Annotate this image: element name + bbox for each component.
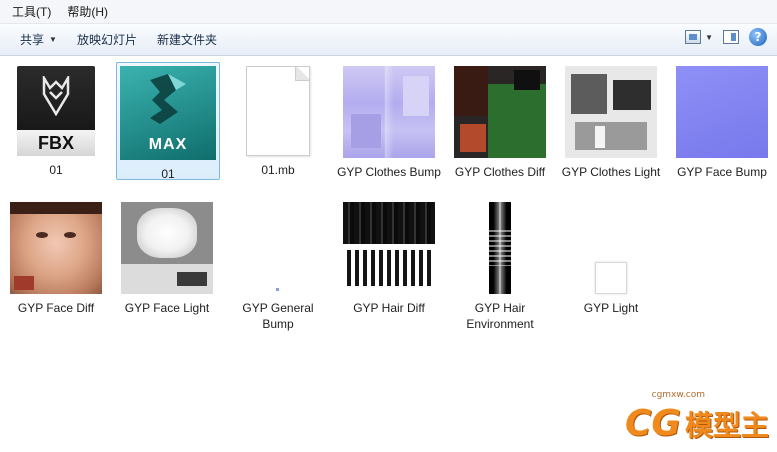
slideshow-button-label: 放映幻灯片 (76, 32, 137, 47)
clothes-diffuse-texture (454, 66, 546, 158)
view-options-icon (685, 30, 702, 44)
watermark-url: cgmxw.com (651, 390, 705, 400)
share-button-label: 共享 (20, 32, 45, 47)
max-badge: MAX (148, 136, 188, 153)
file-item[interactable]: GYP Clothes Bump (337, 66, 441, 180)
clothes-bump-texture (343, 66, 435, 158)
file-name: GYP Hair Diff (353, 301, 425, 315)
face-bump-texture (676, 66, 768, 158)
menu-bar: 工具(T) 帮助(H) (0, 0, 777, 24)
hair-diffuse-texture (343, 202, 435, 294)
file-name: GYP Clothes Light (561, 165, 661, 179)
file-item[interactable]: GYP Face Diff (4, 202, 108, 316)
file-item-selected[interactable]: MAX 01 (116, 62, 220, 181)
chevron-down-icon: ▼ (705, 32, 713, 42)
toolbar: 共享 ▼ 放映幻灯片 新建文件夹 ▼ ? (0, 24, 777, 56)
file-item[interactable]: GYP Face Bump (670, 66, 774, 180)
file-name: GYP Clothes Bump (337, 165, 441, 179)
file-item[interactable]: GYP Hair Diff (337, 202, 441, 316)
file-item[interactable]: GYP Light (559, 202, 663, 316)
file-item[interactable]: GYP Hair Environment (448, 202, 552, 332)
watermark: CG 模型主 (625, 403, 769, 444)
file-item[interactable]: FBX 01 (4, 66, 108, 178)
preview-pane-icon[interactable] (723, 30, 739, 44)
chevron-down-icon: ▼ (49, 34, 57, 44)
slideshow-button[interactable]: 放映幻灯片 (67, 27, 147, 53)
toolbar-right-controls: ▼ ? (685, 28, 767, 46)
3ds-max-file-icon: MAX (120, 66, 216, 160)
fbx-logo-icon (42, 76, 70, 116)
share-button[interactable]: 共享 ▼ (10, 27, 67, 53)
general-bump-texture (232, 202, 324, 294)
file-name: 01 (49, 163, 63, 177)
watermark-logo: CG (625, 403, 681, 444)
change-view-button[interactable]: ▼ (685, 30, 713, 44)
clothes-light-texture (565, 66, 657, 158)
file-name: 01.mb (261, 163, 295, 177)
file-name: GYP Light (583, 301, 639, 315)
generic-document-icon (246, 66, 310, 156)
file-item[interactable]: 01.mb (226, 66, 330, 178)
thumbnail-frame (559, 202, 663, 294)
file-item[interactable]: GYP Face Light (115, 202, 219, 316)
file-name: GYP General Bump (242, 301, 314, 331)
fbx-badge: FBX (17, 130, 95, 156)
face-light-texture (121, 202, 213, 294)
help-icon[interactable]: ? (749, 28, 767, 46)
file-item[interactable]: GYP Clothes Light (559, 66, 663, 180)
file-name: 01 (161, 167, 175, 181)
new-folder-button-label: 新建文件夹 (156, 32, 217, 47)
file-name: GYP Hair Environment (466, 301, 534, 331)
light-texture (595, 262, 627, 294)
face-diffuse-texture (10, 202, 102, 294)
watermark-text: 模型主 (684, 408, 769, 442)
file-name: GYP Face Bump (677, 165, 767, 179)
new-folder-button[interactable]: 新建文件夹 (147, 27, 227, 53)
file-item[interactable]: GYP General Bump (226, 202, 330, 332)
file-name: GYP Clothes Diff (454, 165, 546, 179)
file-item[interactable]: GYP Clothes Diff (448, 66, 552, 180)
file-name: GYP Face Light (124, 301, 210, 315)
max-logo-icon (150, 74, 186, 124)
menu-help[interactable]: 帮助(H) (59, 0, 116, 24)
menu-tools[interactable]: 工具(T) (4, 0, 59, 24)
file-name: GYP Face Diff (17, 301, 95, 315)
hair-environment-texture (489, 202, 511, 294)
fbx-file-icon: FBX (17, 66, 95, 156)
